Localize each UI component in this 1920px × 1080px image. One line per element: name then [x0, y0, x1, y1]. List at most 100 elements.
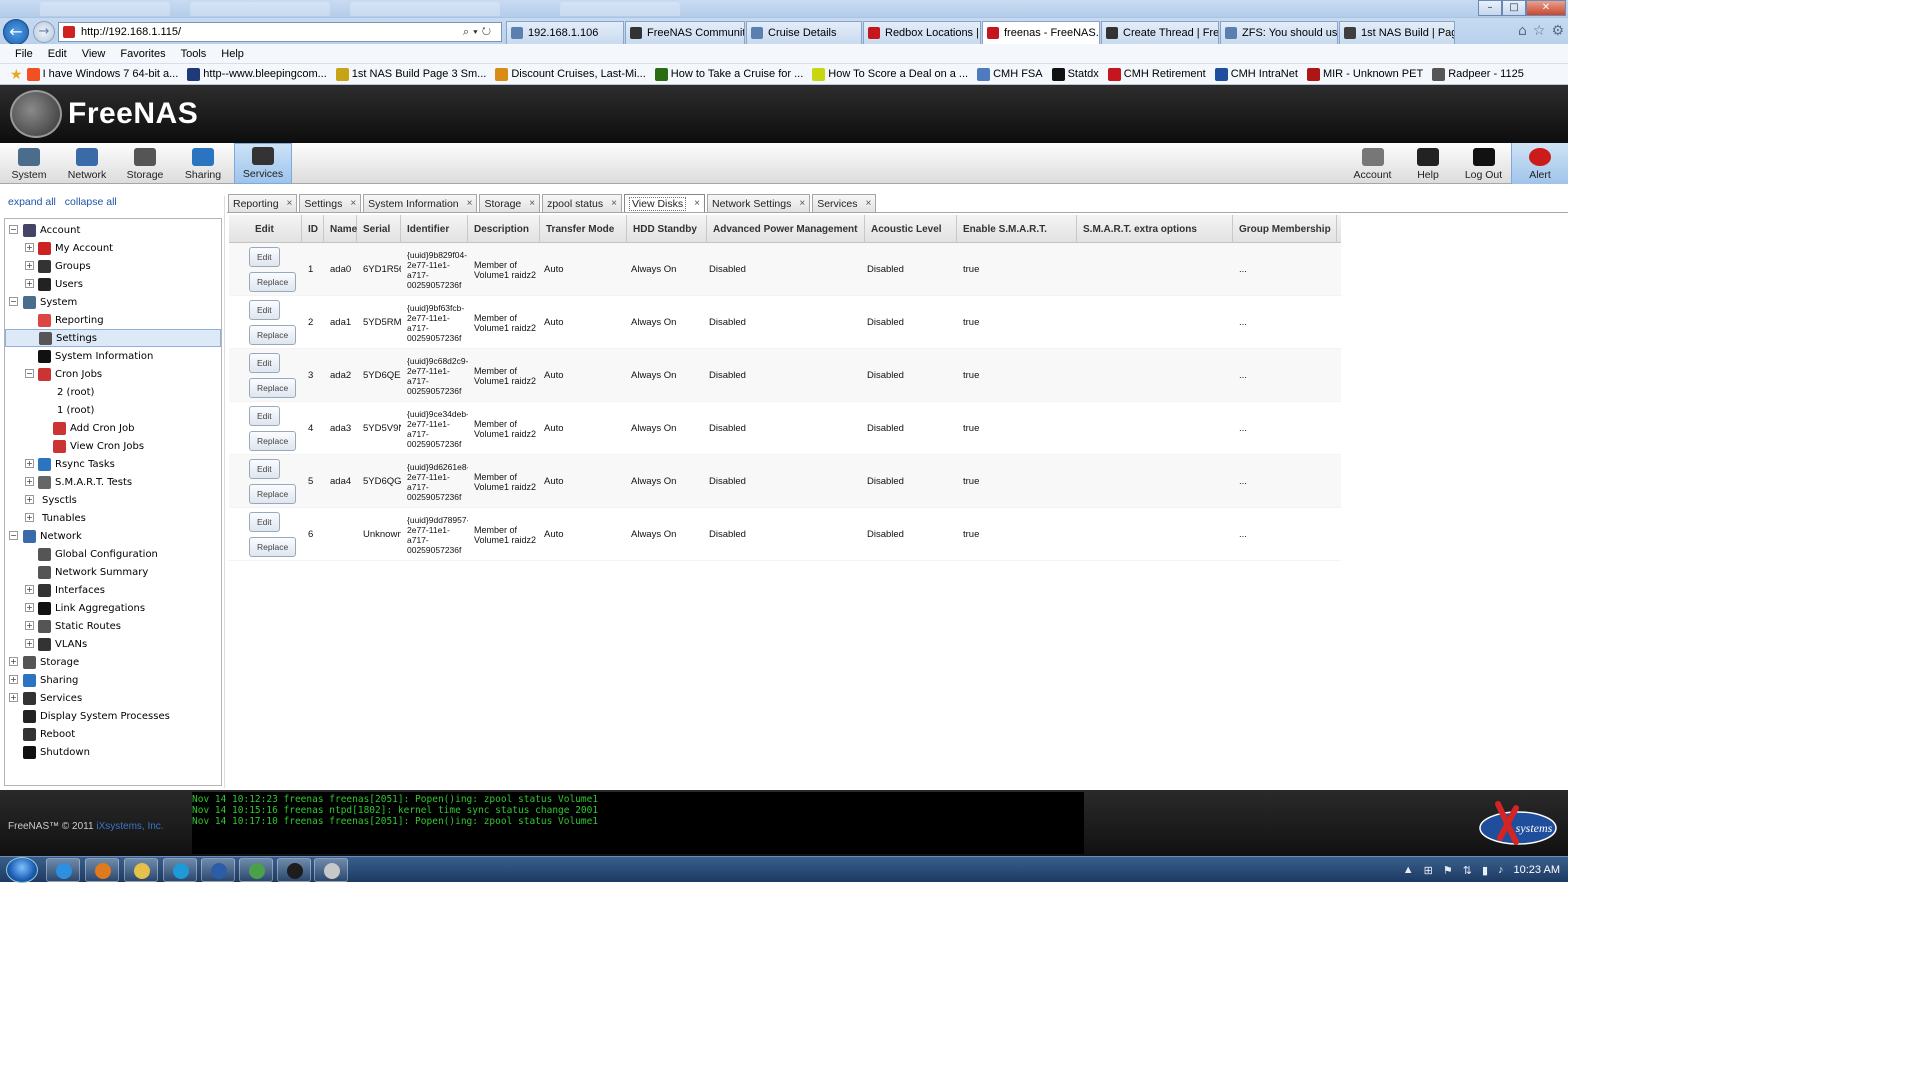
tree-toggle-collapse-icon[interactable]: −: [9, 297, 18, 306]
tree-item[interactable]: System: [23, 293, 77, 311]
tree-toggle-expand-icon[interactable]: +: [25, 603, 34, 612]
tree-item[interactable]: VLANs: [38, 635, 87, 653]
firefox-app[interactable]: [85, 858, 119, 882]
tree-item[interactable]: 2 (root): [57, 383, 94, 401]
replace-button[interactable]: Replace: [249, 272, 297, 292]
cmd-app[interactable]: [277, 858, 311, 882]
menu-item[interactable]: View: [82, 48, 106, 60]
skype-app[interactable]: [163, 858, 197, 882]
favorite-link[interactable]: I have Windows 7 64-bit a...: [26, 67, 178, 81]
tree-toggle-expand-icon[interactable]: +: [25, 279, 34, 288]
tree-toggle-expand-icon[interactable]: +: [25, 639, 34, 648]
tree-toggle-collapse-icon[interactable]: −: [9, 225, 18, 234]
column-header[interactable]: Edit: [229, 215, 302, 243]
content-tab[interactable]: System Information ×: [363, 194, 478, 212]
maximize-button[interactable]: □: [1502, 0, 1526, 16]
favorite-link[interactable]: CMH FSA: [977, 67, 1043, 81]
tree-item[interactable]: Add Cron Job: [53, 419, 134, 437]
tree-item[interactable]: Static Routes: [38, 617, 121, 635]
clock[interactable]: 10:23 AM: [1514, 864, 1560, 876]
tree-toggle-expand-icon[interactable]: +: [9, 657, 18, 666]
tree-item[interactable]: Sysctls: [42, 491, 77, 509]
close-tab-icon[interactable]: ×: [529, 198, 535, 209]
edit-button[interactable]: Edit: [249, 300, 280, 320]
close-tab-icon[interactable]: ×: [350, 198, 356, 209]
paint-app[interactable]: [314, 858, 348, 882]
edit-button[interactable]: Edit: [249, 247, 280, 267]
close-tab-icon[interactable]: ×: [467, 198, 473, 209]
favorite-link[interactable]: http--www.bleepingcom...: [187, 67, 327, 81]
chrome-app[interactable]: [239, 858, 273, 882]
menu-item[interactable]: Help: [221, 48, 244, 60]
expand-all-link[interactable]: expand all: [8, 196, 56, 208]
address-url[interactable]: http://192.168.1.115/: [81, 26, 181, 38]
tree-toggle-expand-icon[interactable]: +: [25, 261, 34, 270]
column-header[interactable]: S.M.A.R.T. extra options: [1077, 215, 1233, 243]
replace-button[interactable]: Replace: [249, 484, 297, 504]
windows-flag-icon[interactable]: ⊞: [1424, 864, 1433, 877]
tree-toggle-expand-icon[interactable]: +: [25, 243, 34, 252]
tree-item[interactable]: Groups: [38, 257, 91, 275]
toolbar-network-button[interactable]: Network: [58, 143, 116, 184]
content-tab[interactable]: Network Settings ×: [706, 194, 811, 212]
toolbar-storage-button[interactable]: Storage: [116, 143, 174, 184]
minimize-button[interactable]: –: [1478, 0, 1502, 16]
edit-button[interactable]: Edit: [249, 512, 280, 532]
tree-item[interactable]: Storage: [23, 653, 79, 671]
tree-item[interactable]: Cron Jobs: [38, 365, 102, 383]
tree-item[interactable]: View Cron Jobs: [53, 437, 144, 455]
tree-toggle-expand-icon[interactable]: +: [25, 585, 34, 594]
menu-item[interactable]: Tools: [181, 48, 207, 60]
favorites-star-icon[interactable]: ★: [10, 66, 23, 83]
tree-toggle-expand-icon[interactable]: +: [25, 495, 34, 504]
favorite-link[interactable]: 1st NAS Build Page 3 Sm...: [335, 67, 486, 81]
replace-button[interactable]: Replace: [249, 431, 297, 451]
signal-icon[interactable]: ▮: [1482, 864, 1488, 877]
tree-item[interactable]: Display System Processes: [23, 707, 170, 725]
favorite-link[interactable]: Statdx: [1051, 67, 1099, 81]
favorite-link[interactable]: How to Take a Cruise for ...: [654, 67, 803, 81]
action-center-flag-icon[interactable]: ⚑: [1443, 864, 1453, 877]
forward-button[interactable]: →: [33, 21, 55, 43]
tree-item[interactable]: Network: [23, 527, 82, 545]
address-bar[interactable]: http://192.168.1.115/ ⌕▾↻: [58, 22, 502, 42]
column-header[interactable]: Transfer Mode: [540, 215, 627, 243]
tree-toggle-expand-icon[interactable]: +: [25, 621, 34, 630]
content-tab[interactable]: Settings ×: [299, 194, 362, 212]
edit-button[interactable]: Edit: [249, 353, 280, 373]
browser-tab[interactable]: Redbox Locations | Fi...: [863, 21, 981, 44]
column-header[interactable]: Serial: [357, 215, 401, 243]
toolbar-services-button[interactable]: Services: [234, 143, 292, 184]
collapse-all-link[interactable]: collapse all: [65, 196, 117, 208]
close-window-button[interactable]: ✕: [1526, 0, 1566, 16]
column-header[interactable]: Name: [324, 215, 357, 243]
home-icon[interactable]: ⌂: [1518, 23, 1527, 39]
favorite-link[interactable]: CMH Retirement: [1107, 67, 1206, 81]
favorite-link[interactable]: MIR - Unknown PET: [1306, 67, 1423, 81]
toolbar-system-button[interactable]: System: [0, 143, 58, 184]
browser-tab[interactable]: 192.168.1.106: [506, 21, 624, 44]
browser-tab[interactable]: ZFS: You should use ...: [1220, 21, 1338, 44]
close-tab-icon[interactable]: ×: [694, 198, 700, 209]
network-tray-icon[interactable]: ⇅: [1463, 864, 1472, 877]
explorer-app[interactable]: [124, 858, 158, 882]
column-header[interactable]: Acoustic Level: [865, 215, 957, 243]
back-button[interactable]: ←: [3, 19, 29, 45]
tree-item[interactable]: Rsync Tasks: [38, 455, 115, 473]
tree-item[interactable]: Link Aggregations: [38, 599, 145, 617]
column-header[interactable]: HDD Standby: [627, 215, 707, 243]
tree-item[interactable]: S.M.A.R.T. Tests: [38, 473, 132, 491]
gear-icon[interactable]: ⚙: [1551, 23, 1564, 39]
start-button[interactable]: [6, 857, 38, 883]
menu-item[interactable]: Favorites: [120, 48, 165, 60]
column-header[interactable]: Group Membership: [1233, 215, 1337, 243]
tree-item[interactable]: Account: [23, 221, 80, 239]
tree-item[interactable]: Settings: [5, 329, 221, 347]
toolbar-log-out-button[interactable]: Log Out: [1456, 143, 1511, 184]
column-header[interactable]: Enable S.M.A.R.T.: [957, 215, 1077, 243]
tree-item[interactable]: Shutdown: [23, 743, 90, 761]
tree-toggle-expand-icon[interactable]: +: [9, 675, 18, 684]
column-header[interactable]: Identifier: [401, 215, 468, 243]
edit-button[interactable]: Edit: [249, 459, 280, 479]
tree-item[interactable]: My Account: [38, 239, 113, 257]
